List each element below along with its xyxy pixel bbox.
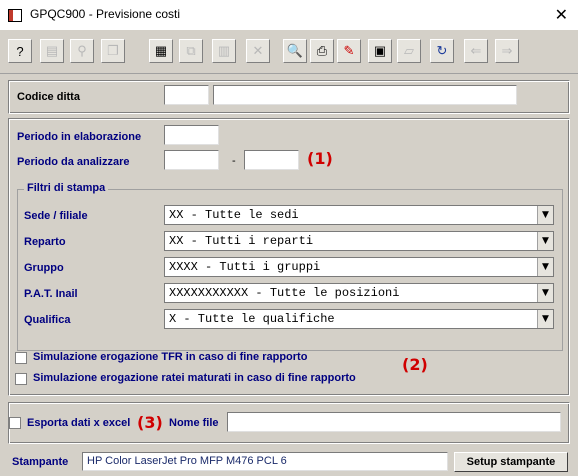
- period-separator: -: [232, 155, 236, 167]
- export-excel-checkbox[interactable]: [9, 417, 21, 429]
- filter-select-pat-inail[interactable]: XXXXXXXXXXX - Tutte le posizioni ▼: [164, 283, 554, 303]
- print-icon[interactable]: ⎙: [310, 39, 334, 63]
- filter-value-gruppo: XXXX - Tutti i gruppi: [169, 260, 321, 274]
- window-title: GPQC900 - Previsione costi: [30, 7, 181, 21]
- filter-label-qualifica: Qualifica: [24, 314, 71, 326]
- print-filters-title: Filtri di stampa: [24, 182, 109, 194]
- open-folder-icon[interactable]: ▱: [397, 39, 421, 63]
- file-name-field[interactable]: [227, 412, 561, 432]
- export-excel-label: Esporta dati x excel: [27, 417, 131, 429]
- refresh-icon[interactable]: ↻: [430, 39, 454, 63]
- chevron-down-icon[interactable]: ▼: [537, 258, 553, 276]
- help-icon[interactable]: ?: [8, 39, 32, 63]
- properties-icon[interactable]: ▤: [40, 39, 64, 63]
- filter-label-gruppo: Gruppo: [24, 262, 64, 274]
- marker-2: (2): [402, 355, 428, 374]
- title-bar: GPQC900 - Previsione costi ✕: [0, 0, 578, 30]
- main-panel: Periodo in elaborazione Periodo da anali…: [8, 118, 570, 396]
- close-icon[interactable]: ✕: [555, 5, 568, 25]
- duplicate-icon[interactable]: ⧉: [179, 39, 203, 63]
- analyze-period-from-field[interactable]: [164, 150, 219, 170]
- filter-select-reparto[interactable]: XX - Tutti i reparti ▼: [164, 231, 554, 251]
- filter-value-reparto: XX - Tutti i reparti: [169, 234, 314, 248]
- toolbar: ? ▤ ⚲ ❐ ▦ ⧉ ▥ ✕ 🔍 ⎙ ✎ ▣ ▱ ↻ ⇐ ⇒: [0, 30, 578, 74]
- printer-bar: Stampante HP Color LaserJet Pro MFP M476…: [0, 448, 578, 476]
- export-panel: Esporta dati x excel Nome file (3): [8, 402, 570, 444]
- filter-select-sede[interactable]: XX - Tutte le sedi ▼: [164, 205, 554, 225]
- company-name-field[interactable]: [213, 85, 517, 105]
- company-label: Codice ditta: [17, 91, 80, 103]
- chevron-down-icon[interactable]: ▼: [537, 232, 553, 250]
- filter-value-sede: XX - Tutte le sedi: [169, 208, 299, 222]
- tfr-checkbox[interactable]: [15, 352, 27, 364]
- printer-field[interactable]: HP Color LaserJet Pro MFP M476 PCL 6: [82, 452, 448, 471]
- export-icon[interactable]: ▣: [368, 39, 392, 63]
- filter-value-qualifica: X - Tutte le qualifiche: [169, 312, 335, 326]
- marker-1: (1): [307, 149, 333, 168]
- grid-icon[interactable]: ▥: [212, 39, 236, 63]
- analyze-period-to-field[interactable]: [244, 150, 299, 170]
- calculator-icon[interactable]: ▦: [149, 39, 173, 63]
- processing-period-label: Periodo in elaborazione: [17, 131, 142, 143]
- company-panel: Codice ditta: [8, 80, 570, 114]
- marker-3: (3): [137, 413, 163, 432]
- tfr-label: Simulazione erogazione TFR in caso di fi…: [33, 351, 308, 363]
- filter-select-gruppo[interactable]: XXXX - Tutti i gruppi ▼: [164, 257, 554, 277]
- filter-value-pat-inail: XXXXXXXXXXX - Tutte le posizioni: [169, 286, 400, 300]
- arrow-right-icon[interactable]: ⇒: [495, 39, 519, 63]
- filter-select-qualifica[interactable]: X - Tutte le qualifiche ▼: [164, 309, 554, 329]
- arrow-left-icon[interactable]: ⇐: [464, 39, 488, 63]
- ratei-checkbox[interactable]: [15, 373, 27, 385]
- find-icon[interactable]: ⚲: [70, 39, 94, 63]
- delete-icon[interactable]: ✕: [246, 39, 270, 63]
- file-name-label: Nome file: [169, 417, 219, 429]
- analyze-period-label: Periodo da analizzare: [17, 156, 130, 168]
- pdf-icon[interactable]: ✎: [337, 39, 361, 63]
- copy-icon[interactable]: ❐: [101, 39, 125, 63]
- filter-label-pat-inail: P.A.T. Inail: [24, 288, 78, 300]
- preview-icon[interactable]: 🔍: [283, 39, 307, 63]
- chevron-down-icon[interactable]: ▼: [537, 206, 553, 224]
- processing-period-field[interactable]: [164, 125, 219, 145]
- chevron-down-icon[interactable]: ▼: [537, 284, 553, 302]
- print-filters-group: Filtri di stampa Sede / filiale XX - Tut…: [17, 182, 563, 351]
- filter-label-sede: Sede / filiale: [24, 210, 88, 222]
- filter-label-reparto: Reparto: [24, 236, 66, 248]
- company-code-field[interactable]: [164, 85, 209, 105]
- ratei-label: Simulazione erogazione ratei maturati in…: [33, 372, 356, 384]
- chevron-down-icon[interactable]: ▼: [537, 310, 553, 328]
- window: GPQC900 - Previsione costi ✕ ? ▤ ⚲ ❐ ▦ ⧉…: [0, 0, 578, 476]
- printer-label: Stampante: [12, 456, 69, 468]
- app-icon: [8, 9, 22, 22]
- setup-printer-button[interactable]: Setup stampante: [454, 452, 568, 472]
